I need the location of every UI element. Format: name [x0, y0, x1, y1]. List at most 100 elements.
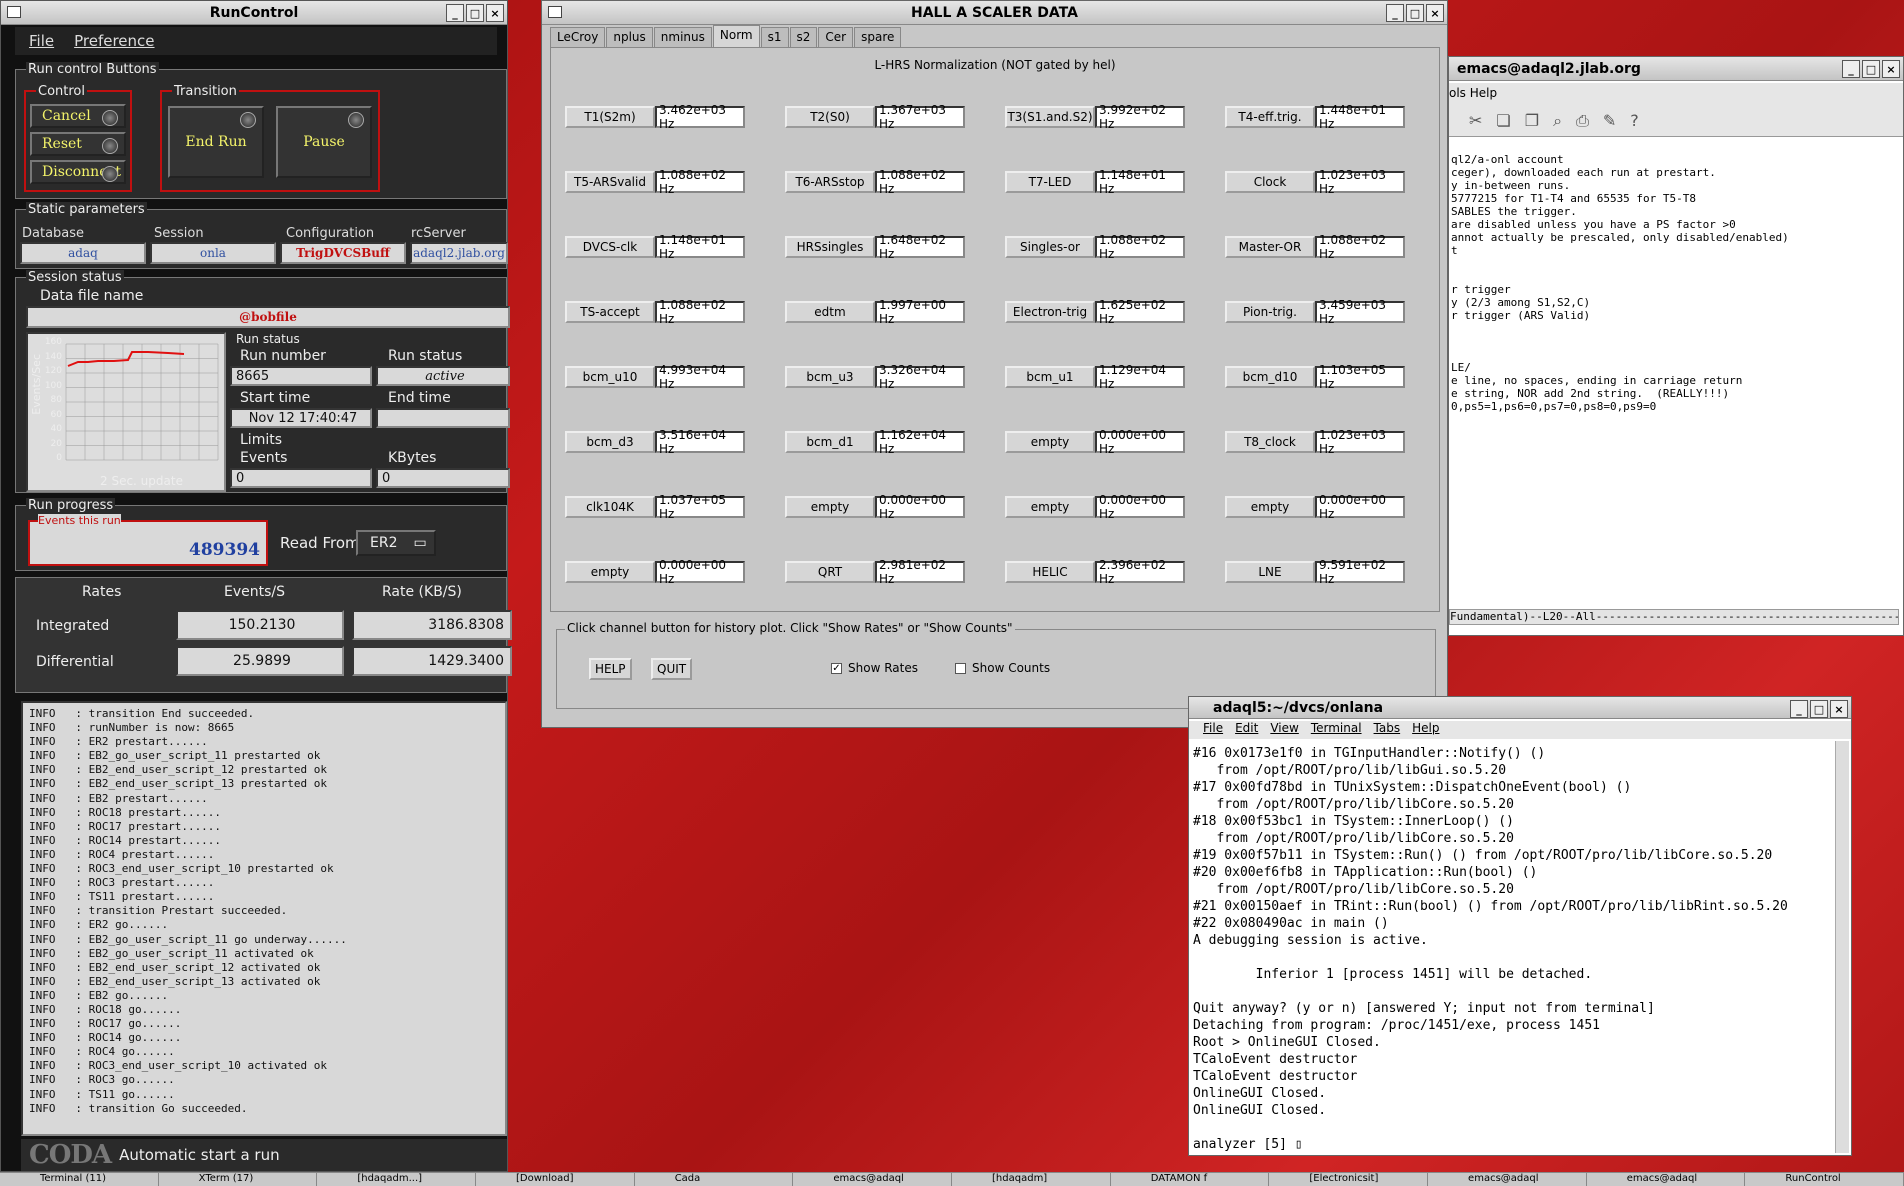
maximize-button[interactable]: □ [1406, 4, 1424, 22]
channel-button-bcm-u1[interactable]: bcm_u1 [1005, 366, 1095, 388]
channel-button-bcm-u3[interactable]: bcm_u3 [785, 366, 875, 388]
tab-lecroy[interactable]: LeCroy [550, 27, 606, 47]
minimize-button[interactable]: _ [1790, 700, 1808, 718]
disconnect-button[interactable]: Disconnect [30, 160, 126, 184]
channel-button-bcm-d10[interactable]: bcm_d10 [1225, 366, 1315, 388]
copy-icon[interactable]: ❏ [1496, 111, 1510, 130]
menu-preference[interactable]: Preference [74, 32, 154, 50]
channel-button-ts-accept[interactable]: TS-accept [565, 301, 655, 323]
tab-norm[interactable]: Norm [712, 25, 760, 47]
channel-button-clk104k[interactable]: clk104K [565, 496, 655, 518]
maximize-button[interactable]: □ [1862, 60, 1880, 78]
terminal-menu-tabs[interactable]: Tabs [1374, 721, 1401, 739]
channel-button-master-or[interactable]: Master-OR [1225, 236, 1315, 258]
channel-button-t6-arsstop[interactable]: T6-ARSstop [785, 171, 875, 193]
channel-button-edtm[interactable]: edtm [785, 301, 875, 323]
channel-button-hrssingles[interactable]: HRSsingles [785, 236, 875, 258]
tab-spare[interactable]: spare [854, 27, 902, 47]
taskbar-item[interactable]: emacs@adaql [1587, 1173, 1746, 1186]
taskbar-item[interactable]: [Download] [476, 1173, 635, 1186]
end-run-button[interactable]: End Run [168, 106, 264, 178]
menu-file[interactable]: File [29, 32, 54, 50]
channel-button-clock[interactable]: Clock [1225, 171, 1315, 193]
help-icon[interactable]: ? [1630, 111, 1639, 130]
taskbar-item[interactable]: [Electronicsit] [1269, 1173, 1429, 1186]
terminal-menu-terminal[interactable]: Terminal [1311, 721, 1362, 739]
channel-button-empty[interactable]: empty [1005, 496, 1095, 518]
close-button[interactable]: × [1426, 4, 1444, 22]
emacs-buffer[interactable]: ql2/a-onl account ceger), downloaded each… [1451, 153, 1899, 413]
reset-button[interactable]: Reset [30, 132, 126, 156]
taskbar-item[interactable]: emacs@adaql [1428, 1173, 1587, 1186]
read-from-select[interactable]: ER2 ▭ [356, 530, 436, 556]
print-icon[interactable]: ⎙ [1576, 111, 1589, 131]
cut-icon[interactable]: ✂ [1469, 111, 1482, 130]
channel-button-t8-clock[interactable]: T8_clock [1225, 431, 1315, 453]
taskbar-item[interactable]: RunControl [1745, 1173, 1904, 1186]
channel-button-dvcs-clk[interactable]: DVCS-clk [565, 236, 655, 258]
channel-button-bcm-d1[interactable]: bcm_d1 [785, 431, 875, 453]
channel-button-electron-trig[interactable]: Electron-trig [1005, 301, 1095, 323]
channel-button-lne[interactable]: LNE [1225, 561, 1315, 583]
tab-nplus[interactable]: nplus [606, 27, 653, 47]
channel-button-bcm-u10[interactable]: bcm_u10 [565, 366, 655, 388]
events-limit-input[interactable]: 0 [230, 468, 372, 488]
terminal-output[interactable]: #16 0x0173e1f0 in TGInputHandler::Notify… [1193, 745, 1831, 1153]
window-menu-icon[interactable] [7, 6, 21, 18]
channel-button-t5-arsvalid[interactable]: T5-ARSvalid [565, 171, 655, 193]
taskbar-item[interactable]: DATAMON f [1111, 1173, 1270, 1186]
terminal-scrollbar[interactable] [1835, 741, 1849, 1153]
minimize-button[interactable]: _ [446, 4, 464, 22]
terminal-menu-edit[interactable]: Edit [1235, 721, 1258, 739]
terminal-menu-file[interactable]: File [1203, 721, 1223, 739]
taskbar-item[interactable]: Terminal (11) [0, 1173, 159, 1186]
runcontrol-titlebar[interactable]: RunControl _ □ × [1, 1, 507, 25]
channel-button-t4-eff-trig-[interactable]: T4-eff.trig. [1225, 106, 1315, 128]
kbytes-limit-input[interactable]: 0 [376, 468, 510, 488]
channel-button-singles-or[interactable]: Singles-or [1005, 236, 1095, 258]
taskbar-item[interactable]: [hdaqadm] [952, 1173, 1111, 1186]
window-menu-icon[interactable] [548, 6, 562, 18]
pause-button[interactable]: Pause [276, 106, 372, 178]
channel-button-pion-trig-[interactable]: Pion-trig. [1225, 301, 1315, 323]
channel-button-empty[interactable]: empty [565, 561, 655, 583]
terminal-menu-view[interactable]: View [1270, 721, 1298, 739]
emacs-menu[interactable]: ols Help [1449, 86, 1497, 100]
cancel-button[interactable]: Cancel [30, 104, 126, 128]
scaler-titlebar[interactable]: HALL A SCALER DATA _ □ × [542, 1, 1447, 25]
emacs-menubar[interactable]: ols Help [1449, 83, 1903, 105]
tab-nminus[interactable]: nminus [653, 27, 712, 47]
close-button[interactable]: × [1830, 700, 1848, 718]
show-counts-checkbox[interactable]: Show Counts [955, 661, 1050, 675]
terminal-menu-help[interactable]: Help [1412, 721, 1439, 739]
channel-button-empty[interactable]: empty [1225, 496, 1315, 518]
close-button[interactable]: × [1882, 60, 1900, 78]
channel-button-t2-s0-[interactable]: T2(S0) [785, 106, 875, 128]
search-icon[interactable]: ⌕ [1553, 111, 1562, 131]
minimize-button[interactable]: _ [1842, 60, 1860, 78]
tab-cer[interactable]: Cer [818, 27, 854, 47]
channel-button-qrt[interactable]: QRT [785, 561, 875, 583]
quit-button[interactable]: QUIT [651, 658, 693, 680]
terminal-titlebar[interactable]: adaql5:~/dvcs/onlana _ □ × [1189, 697, 1851, 719]
emacs-titlebar[interactable]: emacs@adaql2.jlab.org _ □ × [1449, 57, 1903, 81]
taskbar-item[interactable]: emacs@adaql [793, 1173, 953, 1186]
channel-button-empty[interactable]: empty [1005, 431, 1095, 453]
tab-s2[interactable]: s2 [789, 27, 818, 47]
maximize-button[interactable]: □ [1810, 700, 1828, 718]
taskbar-item[interactable]: XTerm (17) [159, 1173, 318, 1186]
taskbar-item[interactable]: Cada [635, 1173, 794, 1186]
channel-button-empty[interactable]: empty [785, 496, 875, 518]
preferences-icon[interactable]: ✎ [1603, 111, 1616, 130]
channel-button-t3-s1-and-s2-[interactable]: T3(S1.and.S2) [1005, 106, 1095, 128]
paste-icon[interactable]: ❐ [1525, 111, 1539, 130]
minimize-button[interactable]: _ [1386, 4, 1404, 22]
taskbar-item[interactable]: [hdaqadm...] [317, 1173, 477, 1186]
channel-button-t7-led[interactable]: T7-LED [1005, 171, 1095, 193]
channel-button-t1-s2m-[interactable]: T1(S2m) [565, 106, 655, 128]
show-rates-checkbox[interactable]: ✓ Show Rates [831, 661, 918, 675]
channel-button-helic[interactable]: HELIC [1005, 561, 1095, 583]
help-button[interactable]: HELP [589, 658, 632, 680]
tab-s1[interactable]: s1 [760, 27, 789, 47]
maximize-button[interactable]: □ [466, 4, 484, 22]
